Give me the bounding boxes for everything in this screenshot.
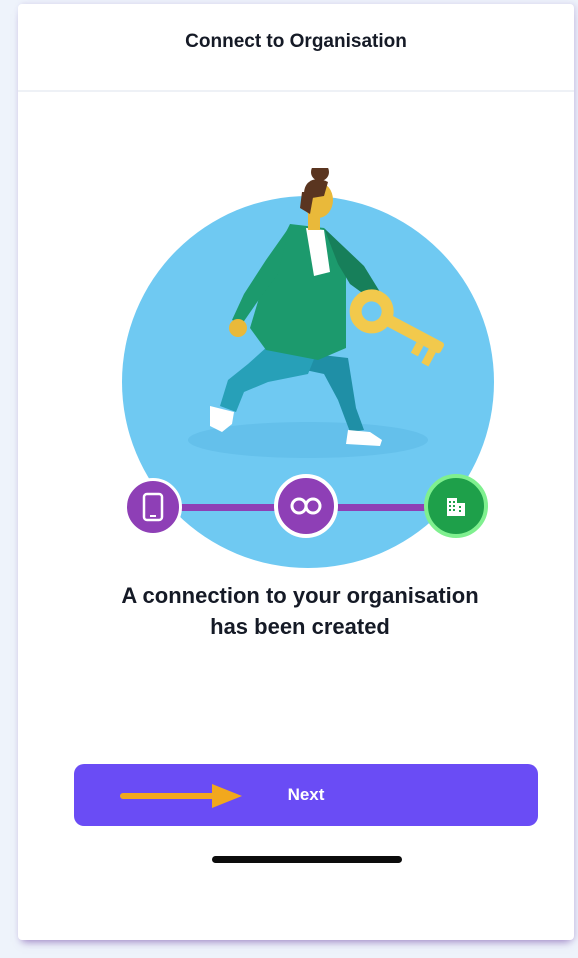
connector-line-left (180, 504, 278, 511)
tablet-icon (142, 492, 164, 522)
step-connection (274, 474, 338, 538)
home-indicator[interactable] (212, 856, 402, 863)
next-button-label: Next (287, 785, 325, 804)
connector-line-right (336, 504, 428, 511)
connection-message: A connection to your organisation has be… (121, 583, 479, 639)
phone-screen: Connect to Organisation A connection to … (18, 4, 574, 940)
step-organisation (424, 474, 488, 538)
building-icon (447, 498, 465, 516)
page-title: Connect to Organisation (185, 31, 407, 52)
step-device (124, 478, 182, 536)
arrow-pointing-icon (120, 784, 242, 808)
infinity-icon (290, 497, 322, 515)
canvas: Connect to Organisation A connection to … (0, 0, 578, 958)
header: Connect to Organisation (18, 4, 574, 92)
